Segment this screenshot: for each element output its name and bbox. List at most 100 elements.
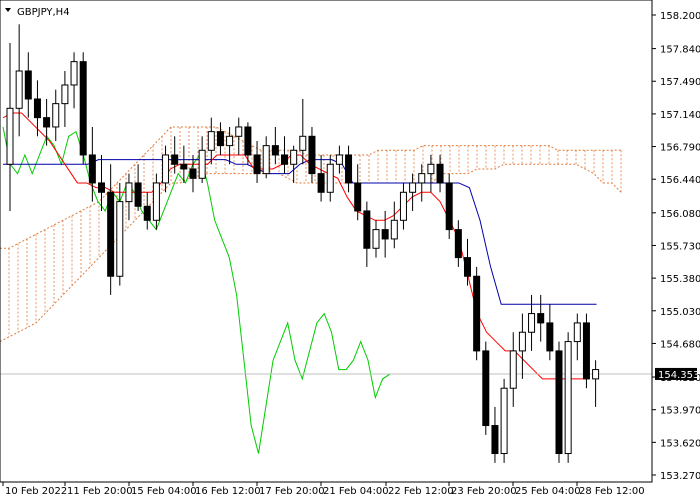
candle [482, 341, 490, 435]
candle-body-bull [262, 145, 270, 175]
y-tick-label: 157.140 [660, 110, 700, 121]
x-tick-label: 10 Feb 2022 [5, 486, 67, 497]
y-tick-label: 153.270 [660, 471, 700, 482]
candle-body-bull [326, 163, 334, 193]
candle-body-bull [299, 135, 307, 151]
candle-body-bull [335, 154, 343, 165]
current-price-text: 154.353 [658, 370, 699, 381]
candle-body-bear [582, 322, 590, 380]
candle-body-bear [381, 229, 389, 240]
candle-body-bear [281, 154, 288, 165]
y-tick-label: 156.440 [660, 175, 700, 186]
candle-body-bull [70, 61, 78, 86]
x-tick-label: 16 Feb 12:00 [195, 486, 261, 497]
current-price-label: 154.353 [655, 367, 699, 381]
y-tick-label: 156.790 [660, 143, 700, 154]
candle-body-bear [271, 145, 279, 156]
candle-body-bull [125, 182, 133, 203]
candle-body-bear [491, 425, 499, 455]
candle-body-bull [399, 191, 407, 221]
x-tick-label: 21 Feb 04:00 [323, 486, 389, 497]
candle-body-bull [226, 135, 234, 147]
candle-body-bear [88, 154, 96, 184]
candle-body-bull [290, 149, 298, 165]
candle-body-bear [98, 182, 105, 193]
candle-body-bull [52, 103, 60, 128]
candle-body-bull [235, 126, 243, 137]
candle-body-bull [573, 322, 581, 343]
candle-body-bear [134, 182, 142, 207]
y-tick-label: 153.970 [660, 406, 700, 417]
x-tick-label: 25 Feb 04:00 [515, 486, 581, 497]
candle-body-bull [207, 131, 215, 151]
candle-body-bear [317, 173, 325, 193]
candle-body-bull [564, 341, 572, 455]
candle-body-bear [445, 182, 453, 231]
candle-body-bear [537, 313, 545, 324]
candle-body-bear [24, 70, 32, 100]
candle [564, 332, 572, 463]
candle-body-bear [244, 126, 252, 156]
candle-body-bear [473, 275, 481, 352]
candle-body-bear [454, 229, 462, 259]
y-tick-label: 155.030 [660, 307, 700, 318]
candle-body-bear [482, 350, 490, 427]
candle-body-bull [61, 84, 69, 105]
symbol-title-text: GBPJPY,H4 [17, 7, 70, 18]
candle-body-bear [308, 135, 316, 175]
candle-body-bear [180, 163, 188, 170]
candle [473, 266, 481, 361]
x-tick-label: 15 Feb 04:00 [131, 486, 197, 497]
chart-background [0, 0, 700, 500]
y-tick-label: 156.080 [660, 209, 700, 220]
candle-body-bear [555, 350, 563, 455]
candle-body-bull [6, 107, 14, 165]
candle-body-bear [345, 154, 353, 184]
price-chart[interactable]: 158.200 157.840 157.490 157.140 156.790 156.4… [0, 0, 700, 500]
candle-body-bull [152, 182, 160, 221]
candle [79, 52, 87, 165]
candle-body-bull [15, 70, 23, 109]
candle-body-bear [354, 182, 362, 212]
candle-body-bear [216, 131, 224, 147]
candle-body-bull [162, 154, 170, 184]
y-tick-label: 155.380 [660, 274, 700, 285]
x-tick-label: 28 Feb 12:00 [579, 486, 645, 497]
candle-body-bear [143, 205, 151, 221]
candle-body-bull [409, 182, 417, 193]
candle-body-bear [363, 210, 371, 249]
x-tick-label: 22 Feb 12:00 [388, 486, 454, 497]
candle-body-bear [253, 154, 261, 175]
candle-body-bull [528, 313, 536, 333]
candle [582, 313, 590, 389]
y-tick-label: 153.620 [660, 438, 700, 449]
x-tick-label: 17 Feb 20:00 [259, 486, 325, 497]
candle-body-bear [79, 61, 87, 156]
y-tick-label: 157.840 [660, 45, 700, 56]
y-tick-label: 154.680 [660, 339, 700, 350]
candle-body-bull [418, 173, 426, 184]
candle-body-bear [189, 168, 197, 179]
candle-body-bull [509, 350, 517, 389]
y-tick-label: 157.490 [660, 77, 700, 88]
candle-body-bear [107, 191, 115, 277]
y-tick-label: 155.730 [660, 241, 700, 252]
candle-body-bear [436, 163, 444, 184]
candle [500, 378, 508, 463]
candle-body-bull [592, 369, 600, 380]
candle-body-bear [171, 154, 179, 165]
candle-body-bull [518, 331, 526, 352]
candle-body-bull [427, 163, 435, 175]
candle [555, 341, 563, 463]
candle-body-bull [390, 219, 398, 240]
candle-body-bear [464, 257, 471, 277]
candle-body-bear [546, 322, 554, 352]
candle-body-bull [372, 229, 380, 249]
candle-body-bear [43, 117, 51, 128]
candle-body-bull [116, 201, 124, 277]
price-axis: 158.200 157.840 157.490 157.140 156.790 156.4… [652, 11, 700, 482]
candle-body-bear [33, 98, 41, 119]
candle-body-bull [500, 387, 508, 455]
candle-body-bull [198, 149, 206, 179]
y-tick-label: 158.200 [660, 11, 700, 22]
